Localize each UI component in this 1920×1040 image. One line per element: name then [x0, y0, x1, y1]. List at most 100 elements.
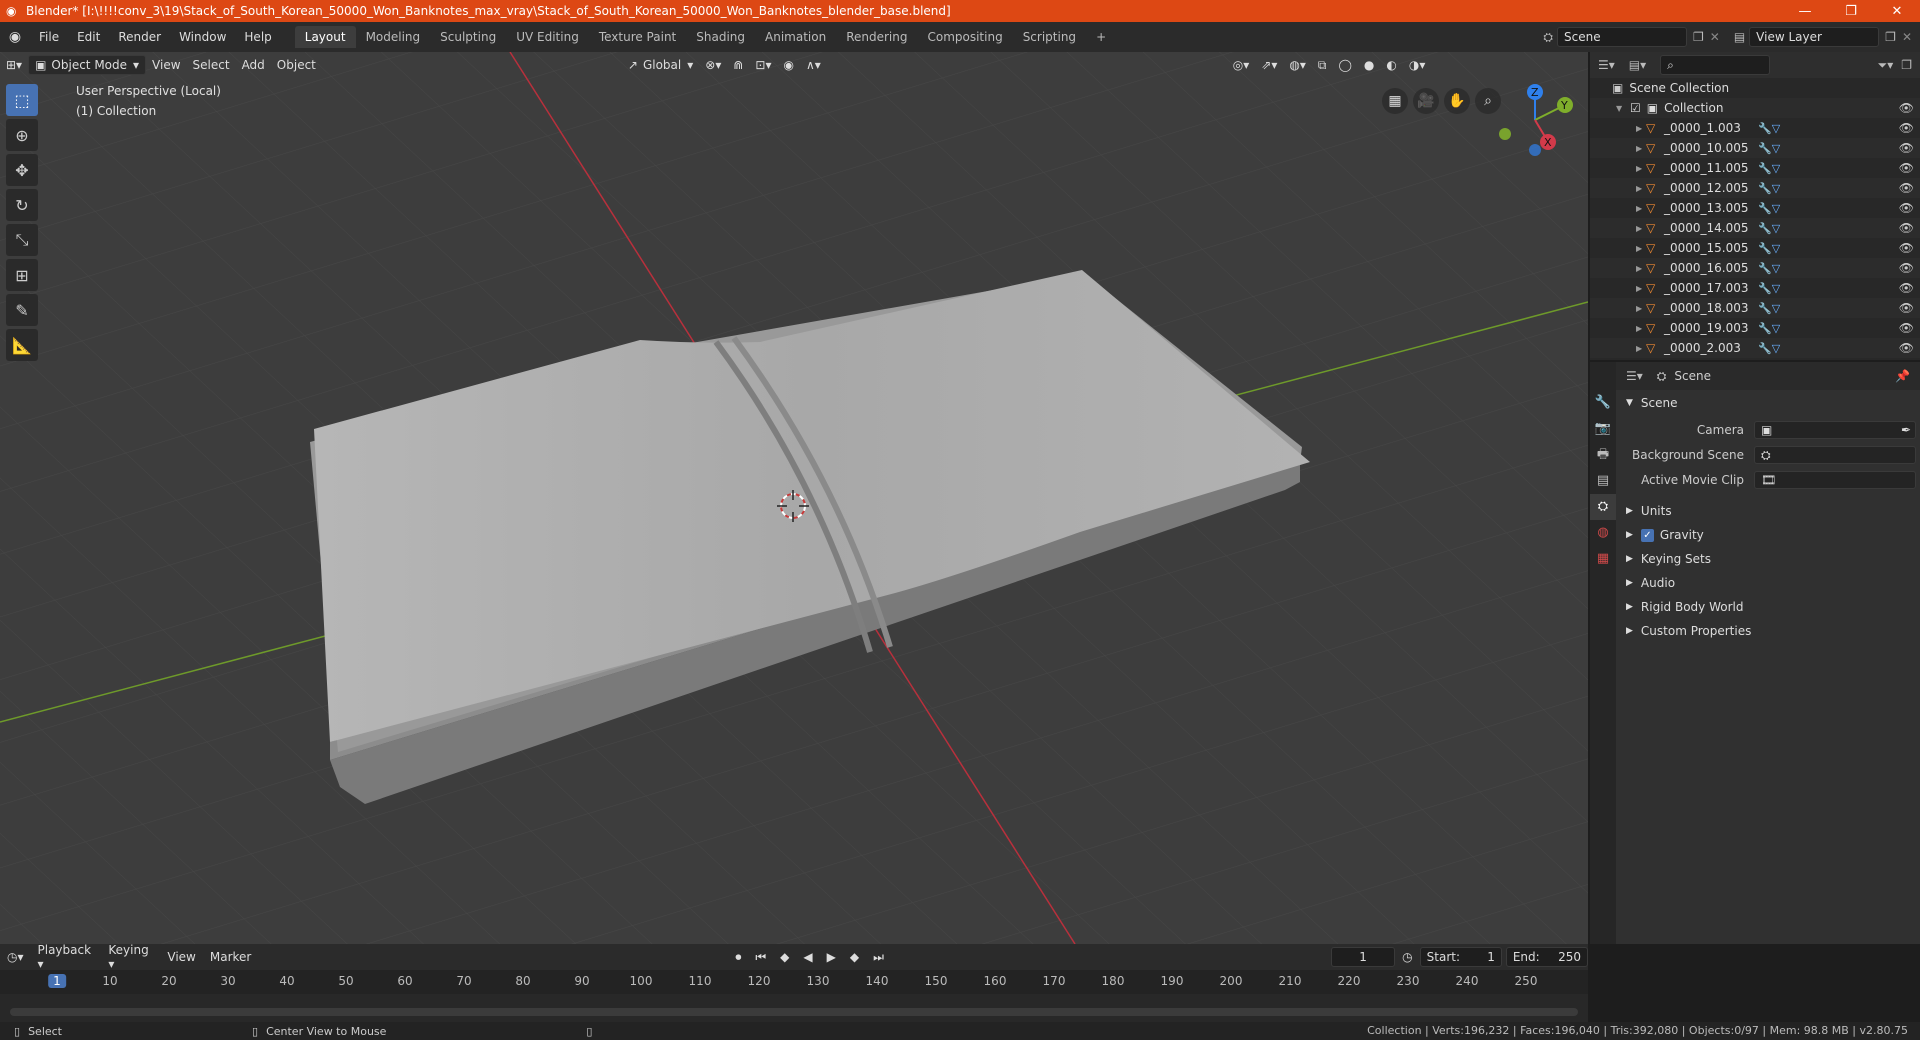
- expand-triangle-icon[interactable]: ▶: [1636, 224, 1646, 233]
- object-mode-dropdown[interactable]: ▣ Object Mode ▾: [28, 55, 147, 75]
- menu-keying[interactable]: Keying ▾: [101, 943, 160, 971]
- menu-render[interactable]: Render: [109, 30, 170, 44]
- pan-hand-icon[interactable]: ✋: [1444, 88, 1470, 114]
- custom-properties-panel[interactable]: ▶ Custom Properties: [1626, 624, 1751, 638]
- menu-object[interactable]: Object: [271, 54, 322, 76]
- tab-animation[interactable]: Animation: [755, 26, 836, 48]
- grid-view-icon[interactable]: ▦: [1382, 88, 1408, 114]
- blender-menu-icon[interactable]: ◉: [0, 29, 30, 45]
- tab-sculpting[interactable]: Sculpting: [430, 26, 506, 48]
- move-tool-icon[interactable]: ✥: [6, 154, 38, 186]
- properties-editor[interactable]: 🔧 📷 🖶 ▤ ⛭ ◍ ▦ ☰▾ ⛭ Scene 📌 ▼ Scene Camer…: [1590, 362, 1920, 944]
- render-tab-icon[interactable]: 📷: [1590, 416, 1616, 442]
- play-reverse-icon[interactable]: ◀: [796, 950, 819, 964]
- background-scene-field[interactable]: ⛭: [1754, 446, 1916, 464]
- transform-tool-icon[interactable]: ⊞: [6, 259, 38, 291]
- wireframe-shading-icon[interactable]: ◯: [1332, 54, 1357, 76]
- world-tab-icon[interactable]: ◍: [1590, 520, 1616, 546]
- prev-keyframe-icon[interactable]: ◆: [773, 950, 796, 964]
- record-icon[interactable]: ⏺: [728, 950, 748, 965]
- list-item[interactable]: ▶ ▽ _0000_13.005 🔧▽ 👁: [1590, 198, 1920, 218]
- visibility-icon[interactable]: ◎▾: [1227, 54, 1256, 76]
- scene-type-icon[interactable]: ⛭: [1543, 30, 1553, 45]
- 3d-viewport[interactable]: Z Y X: [0, 52, 1588, 944]
- tool-tab-icon[interactable]: 🔧: [1590, 390, 1616, 416]
- eye-icon[interactable]: 👁: [1899, 321, 1914, 335]
- menu-view[interactable]: View: [146, 54, 186, 76]
- checkbox-icon[interactable]: ☑: [1630, 101, 1641, 115]
- properties-editor-icon[interactable]: ☰▾: [1626, 369, 1643, 383]
- tab-scripting[interactable]: Scripting: [1013, 26, 1086, 48]
- select-box-tool-icon[interactable]: ⬚: [6, 84, 38, 116]
- jump-start-icon[interactable]: ⏮: [748, 950, 773, 965]
- jump-end-icon[interactable]: ⏭: [866, 950, 891, 965]
- outliner-editor-icon[interactable]: ☰▾: [1598, 58, 1615, 72]
- menu-edit[interactable]: Edit: [68, 30, 109, 44]
- timeline-editor-icon[interactable]: ◷▾: [0, 950, 31, 964]
- new-collection-icon[interactable]: ❐: [1901, 58, 1912, 72]
- tab-modeling[interactable]: Modeling: [356, 26, 431, 48]
- menu-timeline-view[interactable]: View: [160, 950, 202, 964]
- camera-view-icon[interactable]: 🎥: [1413, 88, 1439, 114]
- filter-icon[interactable]: ⏷▾: [1878, 58, 1894, 73]
- material-shading-icon[interactable]: ◐: [1380, 54, 1402, 76]
- editor-type-icon[interactable]: ⊞▾: [0, 54, 28, 76]
- delete-scene-icon[interactable]: ✕: [1710, 30, 1720, 44]
- gravity-checkbox[interactable]: ✓: [1640, 528, 1654, 542]
- timeline-editor[interactable]: ◷▾ Playback ▾ Keying ▾ View Marker ⏺ ⏮ ◆…: [0, 943, 1589, 1022]
- clock-icon[interactable]: ◷: [1395, 950, 1419, 964]
- expand-triangle-icon[interactable]: ▶: [1636, 124, 1646, 133]
- menu-select[interactable]: Select: [187, 54, 236, 76]
- scale-tool-icon[interactable]: ⤡: [6, 224, 38, 256]
- expand-triangle-icon[interactable]: ▶: [1636, 244, 1646, 253]
- playhead[interactable]: 1: [48, 974, 66, 988]
- list-item[interactable]: ▶ ▽ _0000_19.003 🔧▽ 👁: [1590, 318, 1920, 338]
- view-layer-icon[interactable]: ▤: [1734, 30, 1745, 44]
- units-panel[interactable]: ▶ Units: [1626, 504, 1672, 518]
- eye-icon[interactable]: 👁: [1899, 201, 1914, 215]
- gravity-panel[interactable]: ▶ ✓ Gravity: [1626, 528, 1704, 542]
- outliner-collection[interactable]: ▼ ☑ ▣ Collection 👁: [1590, 98, 1920, 118]
- outliner-search-input[interactable]: ⌕: [1660, 55, 1771, 75]
- expand-triangle-icon[interactable]: ▼: [1616, 104, 1626, 113]
- tab-texture-paint[interactable]: Texture Paint: [589, 26, 686, 48]
- tab-compositing[interactable]: Compositing: [917, 26, 1012, 48]
- falloff-icon[interactable]: ∧▾: [800, 54, 827, 76]
- overlay-toggle-icon[interactable]: ◍▾: [1283, 54, 1312, 76]
- expand-triangle-icon[interactable]: ▶: [1636, 344, 1646, 353]
- eye-icon[interactable]: 👁: [1899, 341, 1914, 355]
- outliner-scene-collection[interactable]: ▣ Scene Collection: [1590, 78, 1920, 98]
- pin-icon[interactable]: 📌: [1895, 369, 1910, 383]
- measure-tool-icon[interactable]: 📐: [6, 329, 38, 361]
- expand-triangle-icon[interactable]: ▶: [1636, 204, 1646, 213]
- menu-add[interactable]: Add: [236, 54, 271, 76]
- end-frame-field[interactable]: End: 250: [1505, 947, 1589, 967]
- rendered-shading-icon[interactable]: ◑▾: [1403, 54, 1432, 76]
- expand-triangle-icon[interactable]: ▶: [1636, 144, 1646, 153]
- expand-triangle-icon[interactable]: ▶: [1636, 304, 1646, 313]
- rotate-tool-icon[interactable]: ↻: [6, 189, 38, 221]
- list-item[interactable]: ▶ ▽ _0000_15.005 🔧▽ 👁: [1590, 238, 1920, 258]
- texture-tab-icon[interactable]: ▦: [1590, 546, 1616, 572]
- list-item[interactable]: ▶ ▽ _0000_16.005 🔧▽ 👁: [1590, 258, 1920, 278]
- annotate-tool-icon[interactable]: ✎: [6, 294, 38, 326]
- play-icon[interactable]: ▶: [820, 950, 843, 964]
- eye-icon[interactable]: 👁: [1899, 301, 1914, 315]
- audio-panel[interactable]: ▶ Audio: [1626, 576, 1675, 590]
- expand-triangle-icon[interactable]: ▶: [1636, 164, 1646, 173]
- output-tab-icon[interactable]: 🖶: [1590, 442, 1616, 468]
- scene-selector[interactable]: Scene: [1557, 27, 1687, 47]
- eyedropper-icon[interactable]: ✒: [1901, 423, 1911, 437]
- current-frame-field[interactable]: 1: [1330, 947, 1396, 967]
- keying-sets-panel[interactable]: ▶ Keying Sets: [1626, 552, 1711, 566]
- list-item[interactable]: ▶ ▽ _0000_2.003 🔧▽ 👁: [1590, 338, 1920, 358]
- tab-shading[interactable]: Shading: [686, 26, 755, 48]
- expand-triangle-icon[interactable]: ▶: [1636, 284, 1646, 293]
- transform-orientation-dropdown[interactable]: ↗ Global ▾: [622, 54, 699, 76]
- delete-view-layer-icon[interactable]: ✕: [1902, 30, 1912, 44]
- menu-playback[interactable]: Playback ▾: [31, 943, 102, 971]
- close-icon[interactable]: ✕: [1874, 0, 1920, 22]
- tab-layout[interactable]: Layout: [294, 26, 356, 48]
- proportional-edit-icon[interactable]: ◉: [777, 54, 799, 76]
- solid-shading-icon[interactable]: ●: [1358, 54, 1380, 76]
